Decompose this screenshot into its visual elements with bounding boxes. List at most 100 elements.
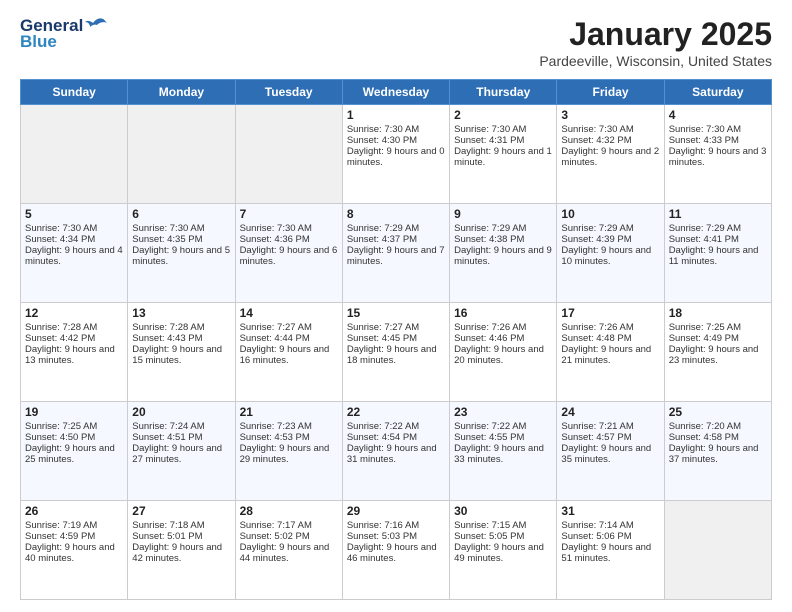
daylight-text: Daylight: 9 hours and 51 minutes. [561,542,659,564]
day-number: 30 [454,504,552,518]
sunset-text: Sunset: 4:31 PM [454,135,552,146]
calendar-body: 1Sunrise: 7:30 AMSunset: 4:30 PMDaylight… [21,105,772,600]
daylight-text: Daylight: 9 hours and 16 minutes. [240,344,338,366]
calendar-cell: 12Sunrise: 7:28 AMSunset: 4:42 PMDayligh… [21,303,128,402]
daylight-text: Daylight: 9 hours and 11 minutes. [669,245,767,267]
calendar-cell: 16Sunrise: 7:26 AMSunset: 4:46 PMDayligh… [450,303,557,402]
daylight-text: Daylight: 9 hours and 25 minutes. [25,443,123,465]
calendar-cell: 29Sunrise: 7:16 AMSunset: 5:03 PMDayligh… [342,501,449,600]
sunrise-text: Sunrise: 7:24 AM [132,421,230,432]
daylight-text: Daylight: 9 hours and 37 minutes. [669,443,767,465]
daylight-text: Daylight: 9 hours and 9 minutes. [454,245,552,267]
calendar-cell: 7Sunrise: 7:30 AMSunset: 4:36 PMDaylight… [235,204,342,303]
daylight-text: Daylight: 9 hours and 23 minutes. [669,344,767,366]
calendar-cell: 23Sunrise: 7:22 AMSunset: 4:55 PMDayligh… [450,402,557,501]
sunset-text: Sunset: 4:37 PM [347,234,445,245]
calendar-cell: 22 Sunrise: 7:22 AMSunset: 4:54 PMDayligh… [342,402,449,501]
calendar-cell: 6Sunrise: 7:30 AMSunset: 4:35 PMDaylight… [128,204,235,303]
daylight-text: Daylight: 9 hours and 31 minutes. [347,443,445,465]
day-number: 2 [454,108,552,122]
daylight-text: Daylight: 9 hours and 10 minutes. [561,245,659,267]
sunset-text: Sunset: 4:50 PM [25,432,123,443]
sunrise-text: Sunrise: 7:30 AM [669,124,767,135]
day-number: 28 [240,504,338,518]
sunrise-text: Sunrise: 7:30 AM [132,223,230,234]
calendar-cell [21,105,128,204]
day-number: 22 [347,405,445,419]
sunset-text: Sunset: 4:45 PM [347,333,445,344]
day-number: 20 [132,405,230,419]
calendar-cell: 27Sunrise: 7:18 AMSunset: 5:01 PMDayligh… [128,501,235,600]
day-number: 24 [561,405,659,419]
page: General Blue January 2025 Pardeeville, W… [0,0,792,612]
calendar-week-2: 5Sunrise: 7:30 AMSunset: 4:34 PMDaylight… [21,204,772,303]
daylight-text: Daylight: 9 hours and 33 minutes. [454,443,552,465]
calendar-cell: 31Sunrise: 7:14 AMSunset: 5:06 PMDayligh… [557,501,664,600]
sunrise-text: Sunrise: 7:22 AM [347,421,445,432]
day-number: 21 [240,405,338,419]
weekday-header-wednesday: Wednesday [342,80,449,105]
day-number: 19 [25,405,123,419]
daylight-text: Daylight: 9 hours and 0 minutes. [347,146,445,168]
calendar-cell: 26Sunrise: 7:19 AMSunset: 4:59 PMDayligh… [21,501,128,600]
day-number: 10 [561,207,659,221]
month-year: January 2025 [539,16,772,53]
daylight-text: Daylight: 9 hours and 15 minutes. [132,344,230,366]
daylight-text: Daylight: 9 hours and 3 minutes. [669,146,767,168]
sunrise-text: Sunrise: 7:29 AM [669,223,767,234]
weekday-header-row: SundayMondayTuesdayWednesdayThursdayFrid… [21,80,772,105]
calendar-cell: 9Sunrise: 7:29 AMSunset: 4:38 PMDaylight… [450,204,557,303]
calendar-week-4: 19Sunrise: 7:25 AMSunset: 4:50 PMDayligh… [21,402,772,501]
daylight-text: Daylight: 9 hours and 44 minutes. [240,542,338,564]
day-number: 3 [561,108,659,122]
daylight-text: Daylight: 9 hours and 20 minutes. [454,344,552,366]
weekday-header-thursday: Thursday [450,80,557,105]
sunset-text: Sunset: 4:57 PM [561,432,659,443]
day-number: 26 [25,504,123,518]
sunset-text: Sunset: 5:05 PM [454,531,552,542]
sunset-text: Sunset: 5:03 PM [347,531,445,542]
calendar-cell: 28Sunrise: 7:17 AMSunset: 5:02 PMDayligh… [235,501,342,600]
weekday-header-monday: Monday [128,80,235,105]
sunrise-text: Sunrise: 7:27 AM [347,322,445,333]
day-number: 17 [561,306,659,320]
sunrise-text: Sunrise: 7:17 AM [240,520,338,531]
sunset-text: Sunset: 4:44 PM [240,333,338,344]
day-number: 14 [240,306,338,320]
calendar-cell: 10 Sunrise: 7:29 AMSunset: 4:39 PMDayligh… [557,204,664,303]
day-number: 13 [132,306,230,320]
daylight-text: Daylight: 9 hours and 49 minutes. [454,542,552,564]
sunrise-text: Sunrise: 7:19 AM [25,520,123,531]
sunset-text: Sunset: 4:54 PM [347,432,445,443]
calendar-cell [128,105,235,204]
sunset-text: Sunset: 4:35 PM [132,234,230,245]
calendar-cell: 30Sunrise: 7:15 AMSunset: 5:05 PMDayligh… [450,501,557,600]
calendar-cell: 21Sunrise: 7:23 AMSunset: 4:53 PMDayligh… [235,402,342,501]
sunrise-text: Sunrise: 7:29 AM [561,223,659,234]
calendar-cell [235,105,342,204]
sunrise-text: Sunrise: 7:28 AM [132,322,230,333]
daylight-text: Daylight: 9 hours and 40 minutes. [25,542,123,564]
calendar-week-3: 12Sunrise: 7:28 AMSunset: 4:42 PMDayligh… [21,303,772,402]
daylight-text: Daylight: 9 hours and 35 minutes. [561,443,659,465]
sunset-text: Sunset: 4:58 PM [669,432,767,443]
sunrise-text: Sunrise: 7:29 AM [347,223,445,234]
daylight-text: Daylight: 9 hours and 42 minutes. [132,542,230,564]
calendar-cell: 1Sunrise: 7:30 AMSunset: 4:30 PMDaylight… [342,105,449,204]
sunrise-text: Sunrise: 7:21 AM [561,421,659,432]
sunset-text: Sunset: 4:30 PM [347,135,445,146]
daylight-text: Daylight: 9 hours and 1 minute. [454,146,552,168]
day-number: 4 [669,108,767,122]
daylight-text: Daylight: 9 hours and 7 minutes. [347,245,445,267]
calendar-cell: 11Sunrise: 7:29 AMSunset: 4:41 PMDayligh… [664,204,771,303]
weekday-header-tuesday: Tuesday [235,80,342,105]
sunrise-text: Sunrise: 7:28 AM [25,322,123,333]
sunset-text: Sunset: 4:39 PM [561,234,659,245]
calendar-header: SundayMondayTuesdayWednesdayThursdayFrid… [21,80,772,105]
calendar-cell: 4Sunrise: 7:30 AMSunset: 4:33 PMDaylight… [664,105,771,204]
daylight-text: Daylight: 9 hours and 29 minutes. [240,443,338,465]
sunset-text: Sunset: 4:51 PM [132,432,230,443]
daylight-text: Daylight: 9 hours and 27 minutes. [132,443,230,465]
daylight-text: Daylight: 9 hours and 46 minutes. [347,542,445,564]
sunrise-text: Sunrise: 7:30 AM [240,223,338,234]
